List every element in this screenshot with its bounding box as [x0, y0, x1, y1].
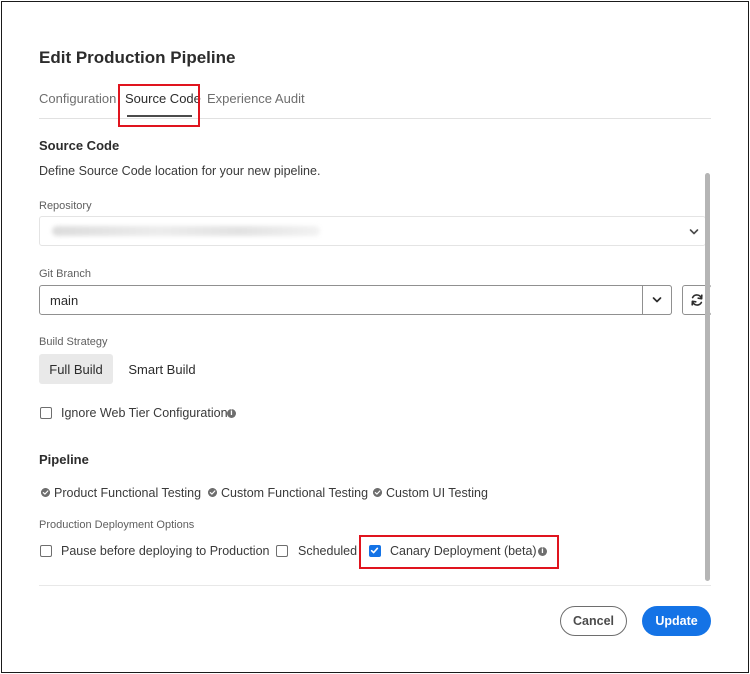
- test-custom-ui: Custom UI Testing: [386, 486, 488, 500]
- footer-divider: [39, 585, 711, 586]
- tab-experience-audit[interactable]: Experience Audit: [207, 91, 305, 106]
- git-branch-dropdown-button[interactable]: [642, 285, 672, 315]
- tab-bar: Configuration Source Code Experience Aud…: [39, 89, 711, 119]
- active-tab-indicator: [127, 115, 192, 117]
- checkmark-badge-icon: [208, 488, 217, 497]
- checkmark-badge-icon: [41, 488, 50, 497]
- refresh-icon: [691, 294, 703, 306]
- canary-deployment-label: Canary Deployment (beta): [390, 544, 537, 558]
- git-branch-label: Git Branch: [39, 268, 91, 280]
- scheduled-label: Scheduled: [298, 544, 358, 558]
- smart-build-button[interactable]: Smart Build: [123, 354, 201, 384]
- dialog-content: Source Code Define Source Code location …: [39, 130, 711, 585]
- canary-deployment-checkbox[interactable]: [369, 545, 381, 557]
- ignore-web-tier-label: Ignore Web Tier Configuration: [61, 406, 228, 420]
- pipeline-heading: Pipeline: [39, 452, 89, 467]
- scrollbar[interactable]: [705, 173, 710, 581]
- git-branch-input[interactable]: main: [39, 285, 672, 315]
- production-deployment-options-label: Production Deployment Options: [39, 519, 195, 531]
- chevron-down-icon: [652, 297, 662, 303]
- full-build-button[interactable]: Full Build: [39, 354, 113, 384]
- scheduled-checkbox[interactable]: [276, 545, 288, 557]
- cancel-button[interactable]: Cancel: [560, 606, 627, 636]
- repository-value-redacted: [52, 226, 320, 236]
- repository-label: Repository: [39, 200, 92, 212]
- dialog-title: Edit Production Pipeline: [39, 48, 236, 67]
- info-icon[interactable]: i: [538, 547, 547, 556]
- chevron-down-icon: [689, 229, 699, 235]
- repository-select[interactable]: [39, 216, 706, 246]
- tab-configuration[interactable]: Configuration: [39, 91, 116, 106]
- checkmark-icon: [370, 547, 379, 554]
- tab-source-code[interactable]: Source Code: [125, 91, 201, 106]
- build-strategy-label: Build Strategy: [39, 336, 108, 348]
- info-icon[interactable]: i: [227, 409, 236, 418]
- test-custom-functional: Custom Functional Testing: [221, 486, 369, 500]
- ignore-web-tier-checkbox[interactable]: [40, 407, 52, 419]
- source-code-heading: Source Code: [39, 138, 120, 153]
- update-button[interactable]: Update: [642, 606, 711, 636]
- git-branch-value: main: [50, 293, 79, 308]
- pause-before-production-label: Pause before deploying to Production: [61, 544, 270, 558]
- test-product-functional: Product Functional Testing: [54, 486, 202, 500]
- source-code-description: Define Source Code location for your new…: [39, 164, 321, 178]
- pause-before-production-checkbox[interactable]: [40, 545, 52, 557]
- checkmark-badge-icon: [373, 488, 382, 497]
